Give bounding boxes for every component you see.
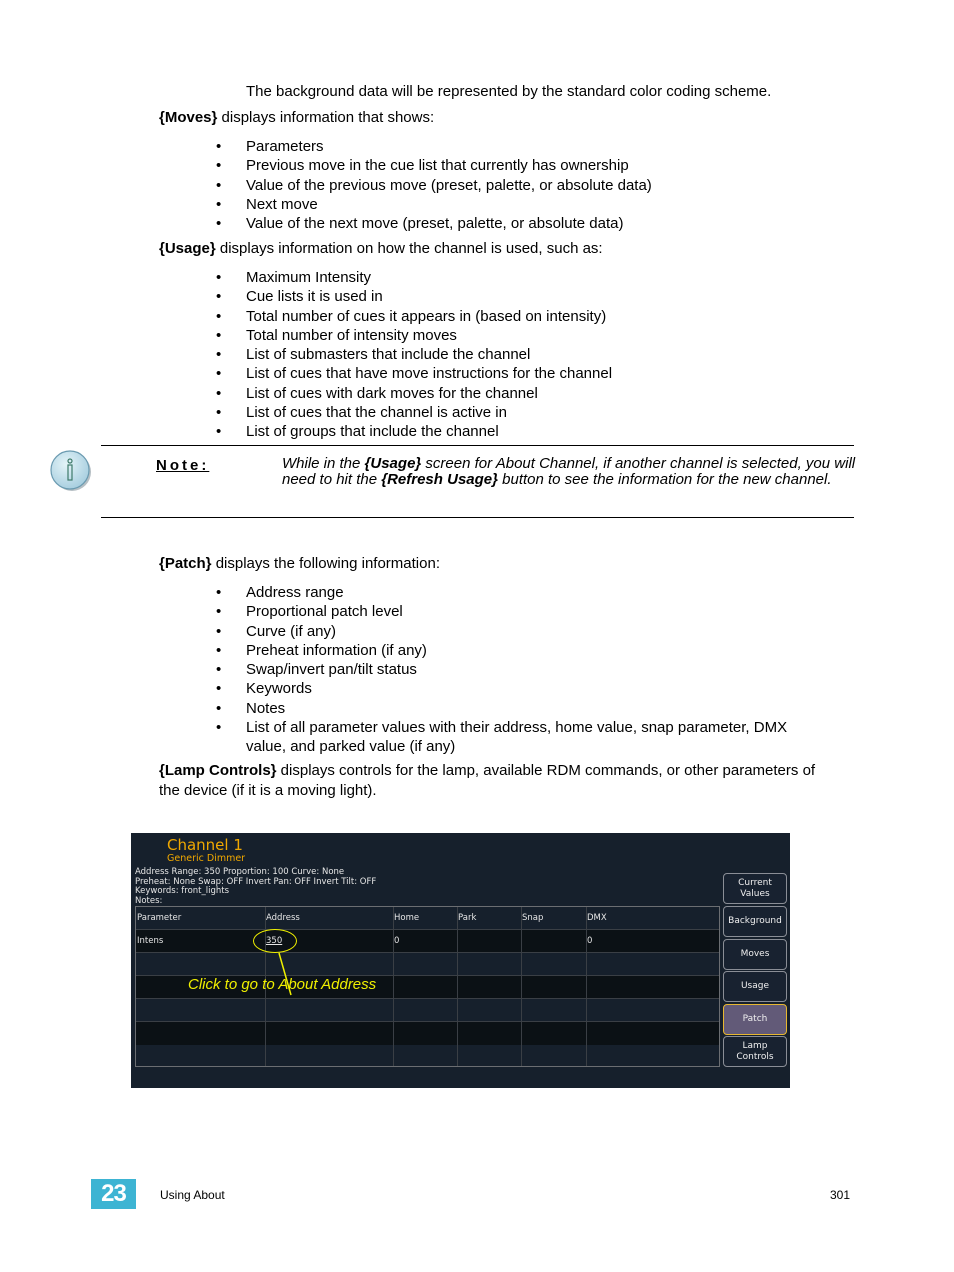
lamp-controls-button[interactable]: Lamp Controls xyxy=(723,1036,787,1067)
usage-heading: {Usage} displays information on how the … xyxy=(159,239,603,258)
column-divider xyxy=(521,907,522,1066)
list-item: Value of the next move (preset, palette,… xyxy=(216,214,652,234)
channel-subtitle: Generic Dimmer xyxy=(167,853,246,864)
moves-keyword: {Moves} xyxy=(159,109,218,126)
column-divider xyxy=(457,907,458,1066)
cell-parameter: Intens xyxy=(137,936,164,946)
row-divider xyxy=(136,929,719,930)
chapter-title: Using About xyxy=(160,1188,225,1202)
list-item: List of all parameter values with their … xyxy=(216,718,787,738)
table-row[interactable] xyxy=(136,930,719,953)
patch-list: Address range Proportional patch level C… xyxy=(216,583,787,738)
list-item: List of submasters that include the chan… xyxy=(216,345,612,365)
list-item: Next move xyxy=(216,195,652,215)
usage-keyword: {Usage} xyxy=(159,240,216,257)
patch-description: displays the following information: xyxy=(211,555,440,572)
header-snap[interactable]: Snap xyxy=(522,907,543,930)
background-button[interactable]: Background xyxy=(723,906,787,937)
list-item: Total number of intensity moves xyxy=(216,326,612,346)
moves-description: displays information that shows: xyxy=(217,109,435,126)
note-refresh-keyword: {Refresh Usage} xyxy=(381,471,498,488)
table-row[interactable] xyxy=(136,1045,719,1066)
list-item: Previous move in the cue list that curre… xyxy=(216,156,652,176)
note-label: Note: xyxy=(156,457,210,474)
table-header-row xyxy=(136,907,719,930)
header-address[interactable]: Address xyxy=(266,907,300,930)
list-item: Proportional patch level xyxy=(216,602,787,622)
usage-description: displays information on how the channel … xyxy=(215,240,603,257)
header-park[interactable]: Park xyxy=(458,907,476,930)
note-top-rule xyxy=(101,445,854,446)
lamp-controls-paragraph-line2: the device (if it is a moving light). xyxy=(159,782,377,799)
lamp-controls-keyword: {Lamp Controls} xyxy=(159,762,277,779)
header-home[interactable]: Home xyxy=(394,907,419,930)
row-divider xyxy=(136,998,719,999)
list-item: List of cues with dark moves for the cha… xyxy=(216,384,612,404)
list-item: Notes xyxy=(216,699,787,719)
header-parameter[interactable]: Parameter xyxy=(137,907,181,930)
list-item: List of groups that include the channel xyxy=(216,422,612,442)
moves-button[interactable]: Moves xyxy=(723,939,787,970)
info-notes-line: Notes: xyxy=(135,896,163,906)
callout-text: Click to go to About Address xyxy=(188,976,377,993)
info-address-line: Address Range: 350 Proportion: 100 Curve… xyxy=(135,867,345,877)
usage-list: Maximum Intensity Cue lists it is used i… xyxy=(216,268,612,442)
info-keywords-line: Keywords: front_lights xyxy=(135,886,230,896)
cell-home: 0 xyxy=(394,936,400,946)
intro-line: The background data will be represented … xyxy=(246,83,772,100)
list-item: Curve (if any) xyxy=(216,622,787,642)
table-row[interactable] xyxy=(136,999,719,1022)
list-item: Address range xyxy=(216,583,787,603)
patch-heading: {Patch} displays the following informati… xyxy=(159,554,440,573)
moves-list: Parameters Previous move in the cue list… xyxy=(216,137,652,234)
note-text-part: button to see the information for the ne… xyxy=(497,471,832,488)
list-item: Preheat information (if any) xyxy=(216,641,787,661)
callout-highlight-ellipse xyxy=(253,929,297,953)
cell-dmx: 0 xyxy=(587,936,593,946)
row-divider xyxy=(136,952,719,953)
note-usage-keyword: {Usage} xyxy=(364,455,422,472)
list-item: Keywords xyxy=(216,679,787,699)
list-item: Value of the previous move (preset, pale… xyxy=(216,176,652,196)
list-item: Swap/invert pan/tilt status xyxy=(216,660,787,680)
note-text-part: While in the xyxy=(282,455,365,472)
list-item: List of cues that the channel is active … xyxy=(216,403,612,423)
current-values-button[interactable]: Current Values xyxy=(723,873,787,904)
list-item: List of cues that have move instructions… xyxy=(216,364,612,384)
info-icon xyxy=(50,450,91,491)
list-item: Maximum Intensity xyxy=(216,268,612,288)
page-number: 301 xyxy=(830,1188,851,1202)
table-row[interactable] xyxy=(136,1022,719,1045)
header-dmx[interactable]: DMX xyxy=(587,907,607,930)
lamp-controls-description: displays controls for the lamp, availabl… xyxy=(276,762,816,779)
row-divider xyxy=(136,1021,719,1022)
list-item: Parameters xyxy=(216,137,652,157)
patch-keyword: {Patch} xyxy=(159,555,212,572)
list-item: Cue lists it is used in xyxy=(216,287,612,307)
usage-button[interactable]: Usage xyxy=(723,971,787,1002)
note-bottom-rule xyxy=(101,517,854,518)
moves-heading: {Moves} displays information that shows: xyxy=(159,108,434,127)
about-channel-screenshot: Channel 1 Generic Dimmer Address Range: … xyxy=(131,833,790,1088)
patch-button[interactable]: Patch xyxy=(723,1004,787,1035)
lamp-controls-paragraph: {Lamp Controls} displays controls for th… xyxy=(159,761,815,780)
chapter-number-badge: 23 xyxy=(91,1179,136,1209)
list-item: Total number of cues it appears in (base… xyxy=(216,307,612,327)
note-text: While in the {Usage} screen for About Ch… xyxy=(282,456,857,488)
table-row[interactable] xyxy=(136,953,719,976)
list-item-continuation: value, and parked value (if any) xyxy=(246,738,456,755)
channel-title: Channel 1 xyxy=(167,836,243,854)
